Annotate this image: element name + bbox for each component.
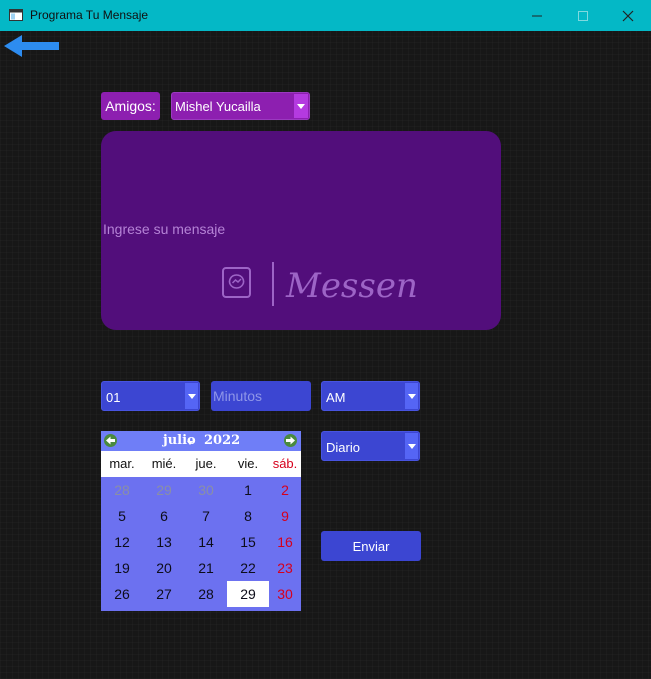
- calendar-day[interactable]: 8: [227, 503, 269, 529]
- calendar-day[interactable]: 9: [269, 503, 301, 529]
- calendar-day[interactable]: 30: [185, 477, 227, 503]
- calendar-day[interactable]: 2: [269, 477, 301, 503]
- calendar-day[interactable]: 30: [269, 581, 301, 607]
- ampm-select-value: AM: [326, 390, 346, 405]
- weekday-label: vie.: [237, 456, 259, 471]
- calendar-day[interactable]: 5: [101, 503, 143, 529]
- frequency-dropdown-button[interactable]: [405, 433, 418, 459]
- messenger-brand-text: Messenger: [285, 266, 416, 306]
- messenger-chat-icon: [222, 267, 251, 298]
- ampm-dropdown-button[interactable]: [405, 383, 418, 409]
- friend-select[interactable]: Mishel Yucailla: [171, 92, 310, 120]
- calendar-day[interactable]: 28: [185, 581, 227, 607]
- message-textarea[interactable]: Ingrese su mensaje Messenger: [101, 131, 501, 330]
- frequency-select-value: Diario: [326, 440, 360, 455]
- calendar-day[interactable]: 19: [101, 555, 143, 581]
- calendar-next-month-button[interactable]: [284, 434, 297, 447]
- calendar-header: julio 2022: [101, 431, 301, 451]
- friend-select-dropdown-button[interactable]: [294, 94, 308, 118]
- minutes-input[interactable]: [211, 381, 311, 411]
- hour-select[interactable]: 01: [101, 381, 200, 411]
- calendar: julio 2022 mar. mié. jue. vie. sáb. 28 29…: [101, 431, 301, 611]
- calendar-day[interactable]: 6: [143, 503, 185, 529]
- calendar-day[interactable]: 7: [185, 503, 227, 529]
- window-title: Programa Tu Mensaje: [30, 8, 149, 22]
- calendar-day[interactable]: 27: [143, 581, 185, 607]
- friend-select-value: Mishel Yucailla: [175, 99, 261, 114]
- hour-select-value: 01: [106, 390, 121, 405]
- chevron-down-icon: [407, 393, 416, 399]
- calendar-day[interactable]: 22: [227, 555, 269, 581]
- ampm-select[interactable]: AM: [321, 381, 420, 411]
- calendar-day-selected[interactable]: 29: [227, 581, 269, 607]
- close-button[interactable]: [605, 0, 651, 31]
- send-button[interactable]: Enviar: [321, 531, 421, 561]
- arrow-left-icon: [106, 436, 115, 445]
- close-icon: [622, 10, 634, 21]
- weekday-label: mar.: [109, 456, 135, 471]
- calendar-day-grid: 28 29 30 1 2 5 6 7 8 9 12 13 14 15 16 19 20 21 22 23 26 27 28 2…: [101, 477, 301, 611]
- calendar-weekday-header: mar. mié. jue. vie. sáb.: [101, 451, 301, 477]
- calendar-day[interactable]: 12: [101, 529, 143, 555]
- calendar-day[interactable]: 13: [143, 529, 185, 555]
- chevron-down-icon: [187, 393, 196, 399]
- messenger-logo: Messenger: [222, 262, 416, 306]
- weekday-label: jue.: [195, 456, 217, 471]
- calendar-day[interactable]: 15: [227, 529, 269, 555]
- app-window-icon: [9, 9, 23, 21]
- calendar-day[interactable]: 28: [101, 477, 143, 503]
- chevron-down-icon: [187, 441, 193, 445]
- hour-dropdown-button[interactable]: [185, 383, 198, 409]
- weekday-label: sáb.: [272, 456, 298, 471]
- chevron-down-icon: [297, 104, 305, 109]
- weekday-label: mié.: [151, 456, 177, 471]
- calendar-day[interactable]: 1: [227, 477, 269, 503]
- calendar-day[interactable]: 16: [269, 529, 301, 555]
- calendar-day[interactable]: 14: [185, 529, 227, 555]
- calendar-day[interactable]: 21: [185, 555, 227, 581]
- frequency-select[interactable]: Diario: [321, 431, 420, 461]
- minimize-icon: [532, 15, 542, 16]
- back-arrow-icon[interactable]: [4, 34, 60, 58]
- title-bar: Programa Tu Mensaje: [0, 0, 651, 31]
- calendar-year-selector[interactable]: 2022: [204, 433, 240, 448]
- calendar-day[interactable]: 20: [143, 555, 185, 581]
- arrow-right-icon: [286, 436, 295, 445]
- calendar-day[interactable]: 26: [101, 581, 143, 607]
- maximize-button[interactable]: [560, 0, 606, 31]
- calendar-prev-month-button[interactable]: [104, 434, 117, 447]
- minimize-button[interactable]: [514, 0, 560, 31]
- chevron-down-icon: [407, 443, 416, 449]
- calendar-day[interactable]: 29: [143, 477, 185, 503]
- calendar-day[interactable]: 23: [269, 555, 301, 581]
- friends-label: Amigos:: [101, 92, 160, 120]
- maximize-icon: [578, 10, 588, 21]
- message-placeholder: Ingrese su mensaje: [103, 221, 226, 237]
